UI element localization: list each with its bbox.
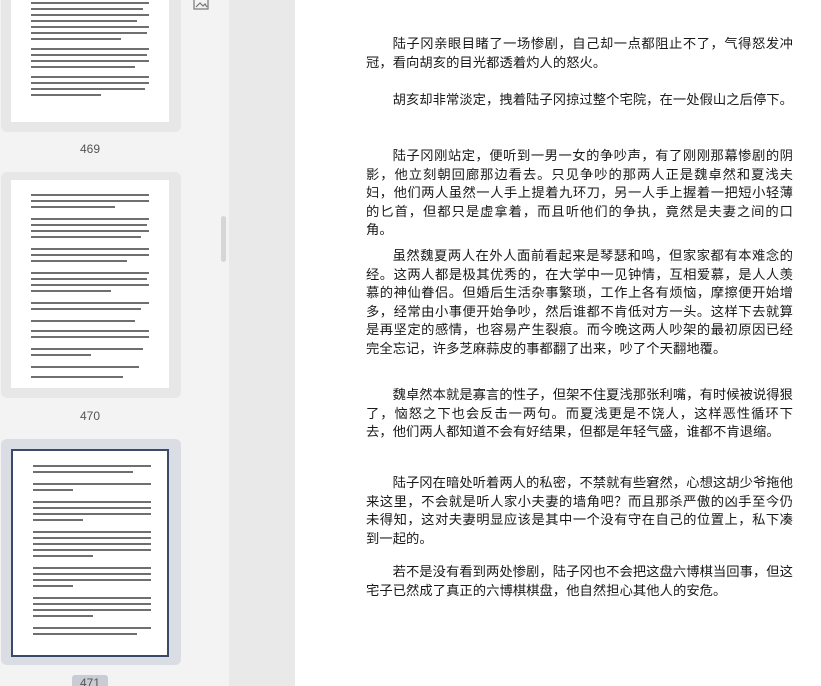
paragraph-block: 陆子冈刚站定，便听到一男一女的争吵声，有了刚刚那幕惨剧的阴影，他立刻朝回廊那边看… — [366, 148, 793, 241]
thumbnail-page-image — [11, 0, 169, 122]
thumbnail-page-number: 470 — [79, 409, 101, 423]
paragraph-block: 若不是没有看到两处惨剧，陆子冈也不会把这盘六博棋当回事，但这宅子已然成了真正的六… — [366, 564, 793, 601]
image-icon[interactable] — [193, 0, 209, 10]
thumbnail-sidebar: 469 470 471 — [0, 0, 229, 686]
paragraph: 虽然魏夏两人在外人面前看起来是琴瑟和鸣，但家家都有本难念的经。这两人都是极其优秀… — [366, 249, 793, 357]
thumbnail-page-number-selected: 471 — [72, 675, 108, 686]
paragraph-block: 虽然魏夏两人在外人面前看起来是琴瑟和鸣，但家家都有本难念的经。这两人都是极其优秀… — [366, 248, 793, 360]
paragraph: 魏卓然本就是寡言的性子，但架不住夏浅那张利嘴，有时候被说得狠了，恼怒之下也会反击… — [366, 388, 793, 441]
paragraph-block: 陆子冈亲眼目睹了一场惨剧，自己却一点都阻止不了，气得怒发冲冠，看向胡亥的目光都透… — [366, 36, 793, 73]
document-page: 陆子冈亲眼目睹了一场惨剧，自己却一点都阻止不了，气得怒发冲冠，看向胡亥的目光都透… — [295, 0, 821, 686]
thumbnail-page-number: 469 — [79, 142, 101, 156]
paragraph-block: 陆子冈在暗处听着两人的私密，不禁就有些窘然，心想这胡少爷拖他来这里，不会就是听人… — [366, 475, 793, 549]
thumbnail-page-image — [11, 449, 169, 657]
paragraph: 若不是没有看到两处惨剧，陆子冈也不会把这盘六博棋当回事，但这宅子已然成了真正的六… — [366, 565, 793, 599]
thumbnail-page-image — [11, 180, 169, 388]
paragraph-block: 胡亥却非常淡定，拽着陆子冈掠过整个宅院，在一处假山之后停下。 — [366, 92, 793, 111]
paragraph: 胡亥却非常淡定，拽着陆子冈掠过整个宅院，在一处假山之后停下。 — [392, 93, 793, 108]
paragraph-block: 魏卓然本就是寡言的性子，但架不住夏浅那张利嘴，有时候被说得狠了，恼怒之下也会反击… — [366, 387, 793, 443]
sidebar-scrollbar[interactable] — [221, 216, 226, 262]
paragraph: 陆子冈在暗处听着两人的私密，不禁就有些窘然，心想这胡少爷拖他来这里，不会就是听人… — [366, 476, 793, 547]
paragraph: 陆子冈亲眼目睹了一场惨剧，自己却一点都阻止不了，气得怒发冲冠，看向胡亥的目光都透… — [366, 37, 793, 71]
viewer-background — [229, 0, 295, 686]
paragraph: 陆子冈刚站定，便听到一男一女的争吵声，有了刚刚那幕惨剧的阴影，他立刻朝回廊那边看… — [366, 149, 793, 239]
